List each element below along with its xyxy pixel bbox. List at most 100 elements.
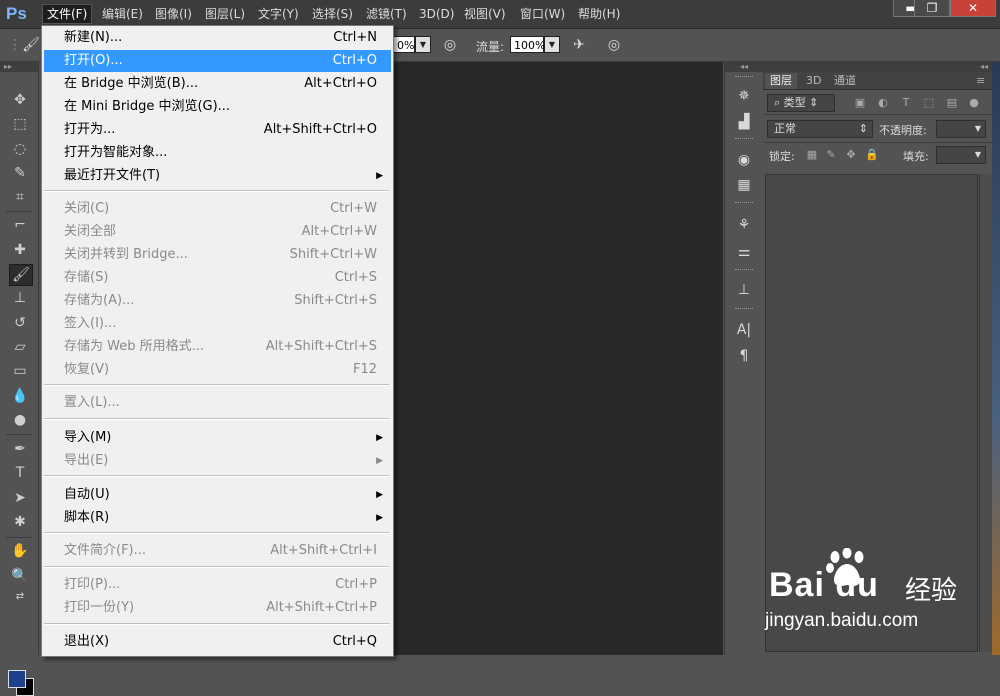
lasso-tool-icon[interactable]: ◌ [9,139,31,159]
brush-preset-icon[interactable]: 🖌 [22,36,40,54]
panel-grip[interactable]: ◂◂ [725,62,763,72]
swatches-icon[interactable]: ▦ [733,175,755,195]
pressure-opacity-icon[interactable]: ◎ [441,36,459,54]
menu-filter[interactable]: 滤镜(T) [362,5,411,23]
restore-button[interactable]: ❐ [914,0,950,17]
foreground-color-swatch[interactable] [8,670,26,688]
lock-pixels-icon[interactable]: ✎ [824,148,838,162]
flow-dropdown-icon[interactable]: ▼ [544,36,560,53]
menu-item-place[interactable]: 置入(L)... [44,392,391,414]
color-icon[interactable]: ◉ [733,150,755,170]
pen-tool-icon[interactable]: ✒ [9,439,31,459]
menu-file[interactable]: 文件(F) [42,4,93,24]
menu-item-check-in[interactable]: 签入(I)... [44,313,391,335]
crop-tool-icon[interactable]: ⌗ [9,187,31,207]
brush-presets-icon[interactable]: ⚘ [733,215,755,235]
panel-menu-icon[interactable]: ≡ [971,73,990,89]
move-tool-icon[interactable]: ✥ [9,90,31,110]
menu-item-open-recent[interactable]: 最近打开文件(T) ▶ [44,165,391,187]
menu-item-save-as[interactable]: 存储为(A)... Shift+Ctrl+S [44,290,391,312]
dodge-tool-icon[interactable]: ● [9,410,31,430]
menu-window[interactable]: 窗口(W) [516,5,569,23]
filter-label: 类型 [783,96,806,109]
tab-layers[interactable]: 图层 [765,73,797,89]
menu-item-close-all[interactable]: 关闭全部 Alt+Ctrl+W [44,221,391,243]
menu-item-print-one-copy[interactable]: 打印一份(Y) Alt+Shift+Ctrl+P [44,597,391,619]
paragraph-panel-icon[interactable]: ¶ [733,346,755,366]
brush-tool-icon[interactable]: 🖌 [9,264,33,286]
lock-all-icon[interactable]: 🔒 [865,148,879,162]
filter-toggle-icon[interactable]: ● [967,96,981,110]
shape-tool-icon[interactable]: ✱ [9,512,31,532]
clone-stamp-tool-icon[interactable]: ⊥ [9,288,31,308]
eraser-tool-icon[interactable]: ▱ [9,337,31,357]
menu-item-browse-mini-bridge[interactable]: 在 Mini Bridge 中浏览(G)... [44,96,391,118]
menu-item-open[interactable]: 打开(O)... Ctrl+O [44,50,391,72]
layer-opacity-field[interactable]: ▼ [936,120,986,138]
fill-field[interactable]: ▼ [936,146,986,164]
tab-channels[interactable]: 通道 [829,73,861,89]
swap-colors-icon[interactable]: ⇄ [9,587,31,607]
histogram-icon[interactable]: ▟ [733,112,755,132]
filter-pixel-icon[interactable]: ▣ [853,96,867,110]
gradient-tool-icon[interactable]: ▭ [9,361,31,381]
character-panel-icon[interactable]: A| [733,320,755,340]
marquee-tool-icon[interactable]: ⬚ [9,114,31,134]
hand-tool-icon[interactable]: ✋ [9,541,31,561]
menu-view[interactable]: 视图(V) [460,5,510,23]
eyedropper-tool-icon[interactable]: ⌐ [9,215,31,235]
menu-item-export[interactable]: 导出(E) ▶ [44,450,391,472]
navigator-icon[interactable]: ✵ [733,86,755,106]
airbrush-icon[interactable]: ✈ [570,36,588,54]
menu-item-open-smart-object[interactable]: 打开为智能对象... [44,142,391,164]
menu-item-close[interactable]: 关闭(C) Ctrl+W [44,198,391,220]
menu-item-save[interactable]: 存储(S) Ctrl+S [44,267,391,289]
filter-smart-object-icon[interactable]: ▤ [945,96,959,110]
menu-item-automate[interactable]: 自动(U) ▶ [44,484,391,506]
type-tool-icon[interactable]: T [9,463,31,483]
menu-item-save-for-web[interactable]: 存储为 Web 所用格式... Alt+Shift+Ctrl+S [44,336,391,358]
healing-brush-tool-icon[interactable]: ✚ [9,240,31,260]
menu-item-new[interactable]: 新建(N)... Ctrl+N [44,27,391,49]
menu-item-print[interactable]: 打印(P)... Ctrl+P [44,574,391,596]
menu-item-revert[interactable]: 恢复(V) F12 [44,359,391,381]
file-menu-dropdown: 新建(N)... Ctrl+N 打开(O)... Ctrl+O 在 Bridge 中… [41,25,394,657]
panel-grip[interactable]: ▸▸ [0,62,38,72]
flow-field[interactable]: 100% [510,36,545,53]
menu-item-browse-bridge[interactable]: 在 Bridge 中浏览(B)... Alt+Ctrl+O [44,73,391,95]
menu-type[interactable]: 文字(Y) [254,5,303,23]
menu-3d[interactable]: 3D(D) [415,5,458,23]
menu-item-close-go-bridge[interactable]: 关闭并转到 Bridge... Shift+Ctrl+W [44,244,391,266]
menu-item-import[interactable]: 导入(M) ▶ [44,427,391,449]
document-canvas-area[interactable] [392,62,723,655]
menu-select[interactable]: 选择(S) [308,5,357,23]
opacity-field[interactable]: 0% [393,36,415,53]
pressure-size-icon[interactable]: ◎ [605,36,623,54]
opacity-dropdown-icon[interactable]: ▼ [415,36,431,53]
close-button[interactable]: ✕ [950,0,996,17]
panel-grip[interactable]: ◂◂ [763,62,992,72]
filter-adjustment-icon[interactable]: ◐ [876,96,890,110]
history-brush-tool-icon[interactable]: ↺ [9,313,31,333]
menu-item-exit[interactable]: 退出(X) Ctrl+Q [44,631,391,653]
menu-item-scripts[interactable]: 脚本(R) ▶ [44,507,391,529]
clone-source-icon[interactable]: ⊥ [733,280,755,300]
adjustments-icon[interactable]: ⚌ [733,242,755,262]
menu-edit[interactable]: 编辑(E) [98,5,147,23]
zoom-tool-icon[interactable]: 🔍 [9,566,31,586]
menu-item-file-info[interactable]: 文件简介(F)... Alt+Shift+Ctrl+I [44,540,391,562]
path-select-tool-icon[interactable]: ➤ [9,488,31,508]
layer-filter-select[interactable]: ⌕ 类型 ⇕ [767,94,835,112]
filter-type-icon[interactable]: T [899,96,913,110]
menu-item-open-as[interactable]: 打开为... Alt+Shift+Ctrl+O [44,119,391,141]
menu-layer[interactable]: 图层(L) [201,5,249,23]
lock-position-icon[interactable]: ✥ [844,148,858,162]
blur-tool-icon[interactable]: 💧 [9,386,31,406]
tab-3d[interactable]: 3D [801,73,826,89]
filter-shape-icon[interactable]: ⬚ [922,96,936,110]
blend-mode-select[interactable]: 正常 ⇕ [767,120,873,138]
menu-help[interactable]: 帮助(H) [574,5,624,23]
menu-image[interactable]: 图像(I) [151,5,196,23]
lock-transparent-icon[interactable]: ▦ [805,148,819,162]
quick-select-tool-icon[interactable]: ✎ [9,163,31,183]
